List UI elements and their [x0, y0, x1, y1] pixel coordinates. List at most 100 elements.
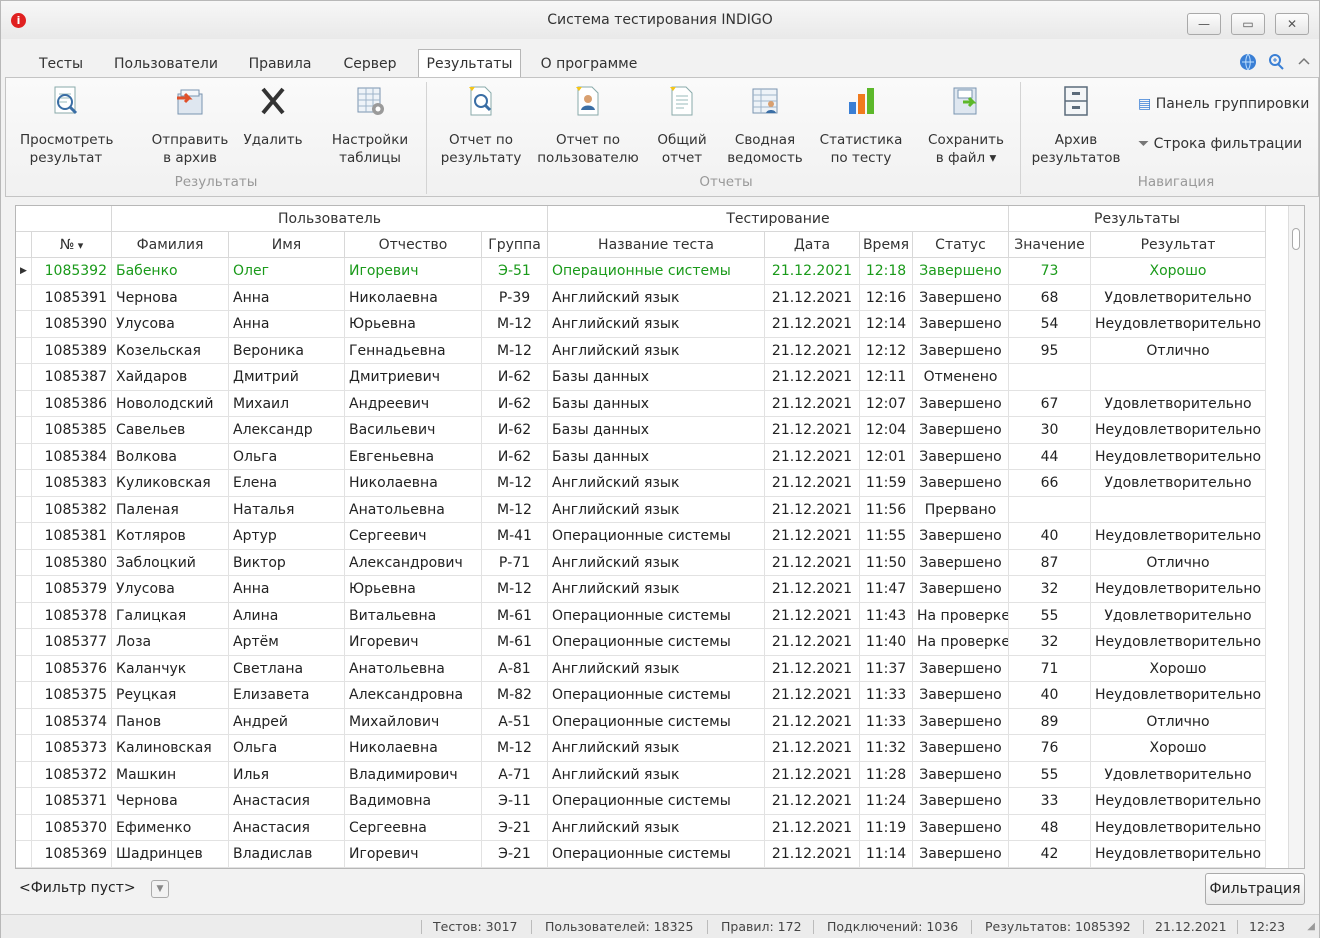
table-row[interactable]: 1085372 Машкин Илья Владимирович А-71 Английс…	[16, 761, 1266, 788]
column-header[interactable]: Название теста	[548, 232, 765, 258]
report-by-result-button[interactable]: Отчет по результату	[436, 84, 526, 167]
column-header[interactable]: № ▾	[32, 232, 112, 258]
table-row[interactable]: 1085383 Куликовская Елена Николаевна М-12 Анг…	[16, 470, 1266, 497]
close-button[interactable]: ✕	[1275, 13, 1309, 35]
table-row[interactable]: 1085380 Заблоцкий Виктор Александрович Р-71 А…	[16, 549, 1266, 576]
table-row[interactable]: 1085373 Калиновская Ольга Николаевна М-12 Анг…	[16, 735, 1266, 762]
table-cell: 76	[1009, 735, 1091, 762]
table-cell: Английский язык	[548, 549, 765, 576]
tab-users[interactable]: Пользователи	[107, 51, 225, 77]
column-header[interactable]: Время	[860, 232, 913, 258]
table-cell: Хорошо	[1091, 258, 1266, 285]
table-settings-button[interactable]: Настройки таблицы	[324, 84, 416, 167]
table-cell: Завершено	[913, 258, 1009, 285]
column-header[interactable]: Результат	[1091, 232, 1266, 258]
table-row[interactable]: 1085379 Улусова Анна Юрьевна М-12 Английский …	[16, 576, 1266, 603]
table-cell: Андреевич	[345, 390, 482, 417]
filter-button[interactable]: Фильтрация	[1205, 873, 1305, 905]
tab-tests[interactable]: Тесты	[27, 51, 95, 77]
general-report-button[interactable]: Общий отчет	[648, 84, 716, 167]
table-cell: Отлично	[1091, 337, 1266, 364]
tab-rules[interactable]: Правила	[239, 51, 321, 77]
table-cell: Анастасия	[229, 788, 345, 815]
table-cell: Неудовлетворительно	[1091, 311, 1266, 338]
table-row[interactable]: 1085384 Волкова Ольга Евгеньевна И-62 Базы да…	[16, 443, 1266, 470]
table-row[interactable]: 1085381 Котляров Артур Сергеевич М-41 Операци…	[16, 523, 1266, 550]
maximize-button[interactable]: ▭	[1231, 13, 1265, 35]
table-cell: Наталья	[229, 496, 345, 523]
table-cell: Калиновская	[112, 735, 229, 762]
grouping-panel-toggle[interactable]: ▤ Панель группировки	[1138, 96, 1309, 112]
table-cell: 48	[1009, 814, 1091, 841]
table-cell: 21.12.2021	[765, 258, 860, 285]
column-header[interactable]: Группа	[482, 232, 548, 258]
view-result-button[interactable]: Просмотреть результат	[20, 84, 113, 167]
table-cell: Игоревич	[345, 629, 482, 656]
zoom-icon[interactable]	[1267, 53, 1285, 71]
results-archive-button[interactable]: Архив результатов	[1028, 84, 1124, 167]
table-cell: 87	[1009, 549, 1091, 576]
table-cell: Э-21	[482, 814, 548, 841]
table-cell: Прервано	[913, 496, 1009, 523]
column-header[interactable]: Отчество	[345, 232, 482, 258]
column-header[interactable]: Статус	[913, 232, 1009, 258]
table-row[interactable]: 1085378 Галицкая Алина Витальевна М-61 Операц…	[16, 602, 1266, 629]
table-row[interactable]: 1085377 Лоза Артём Игоревич М-61 Операционные…	[16, 629, 1266, 656]
filter-row-toggle[interactable]: ⏷ Строка фильтрации	[1138, 136, 1302, 152]
table-cell: Операционные системы	[548, 602, 765, 629]
table-row[interactable]: 1085387 Хайдаров Дмитрий Дмитриевич И-62 Базы…	[16, 364, 1266, 391]
table-cell: Волкова	[112, 443, 229, 470]
table-cell: 68	[1009, 284, 1091, 311]
column-header[interactable]: Имя	[229, 232, 345, 258]
table-cell: Николаевна	[345, 470, 482, 497]
column-header[interactable]: Значение	[1009, 232, 1091, 258]
send-to-archive-button[interactable]: Отправить в архив	[144, 84, 236, 167]
sort-arrow-icon[interactable]: ▾	[74, 239, 84, 252]
collapse-ribbon-icon[interactable]	[1297, 54, 1311, 68]
save-to-file-button[interactable]: Сохранить в файл ▾	[916, 84, 1016, 167]
table-row[interactable]: 1085375 Реуцкая Елизавета Александровна М-82…	[16, 682, 1266, 709]
delete-button[interactable]: Удалить	[236, 84, 310, 149]
table-cell: М-12	[482, 470, 548, 497]
table-row[interactable]: 1085376 Каланчук Светлана Анатольевна А-81 Ан…	[16, 655, 1266, 682]
table-cell: 21.12.2021	[765, 523, 860, 550]
vertical-scrollbar[interactable]	[1288, 206, 1304, 868]
table-row[interactable]: 1085382 Паленая Наталья Анатольевна М-12 Англ…	[16, 496, 1266, 523]
table-cell: М-12	[482, 311, 548, 338]
table-cell: Хорошо	[1091, 735, 1266, 762]
table-cell: Анастасия	[229, 814, 345, 841]
report-by-user-button[interactable]: Отчет по пользователю	[532, 84, 644, 167]
filter-dropdown-icon[interactable]: ▼	[151, 880, 169, 898]
table-row[interactable]: 1085386 Новолодский Михаил Андреевич И-62 Баз…	[16, 390, 1266, 417]
table-cell: 1085376	[32, 655, 112, 682]
table-row[interactable]: 1085374 Панов Андрей Михайлович А-51 Операцио…	[16, 708, 1266, 735]
table-row[interactable]: 1085390 Улусова Анна Юрьевна М-12 Английский …	[16, 311, 1266, 338]
table-cell: 11:43	[860, 602, 913, 629]
minimize-button[interactable]: —	[1187, 13, 1221, 35]
test-statistics-button[interactable]: Статистика по тесту	[814, 84, 908, 167]
table-cell: Неудовлетворительно	[1091, 443, 1266, 470]
help-globe-icon[interactable]	[1239, 53, 1257, 71]
tab-results[interactable]: Результаты	[418, 49, 521, 79]
table-row[interactable]: 1085391 Чернова Анна Николаевна Р-39 Английск…	[16, 284, 1266, 311]
table-row[interactable]: ▶ 1085392 Бабенко Олег Игоревич Э-51 Операцион…	[16, 258, 1266, 285]
tab-server[interactable]: Сервер	[331, 51, 409, 77]
tab-about[interactable]: О программе	[533, 51, 645, 77]
table-cell: 71	[1009, 655, 1091, 682]
table-row[interactable]: 1085371 Чернова Анастасия Вадимовна Э-11 Опер…	[16, 788, 1266, 815]
scrollbar-thumb[interactable]	[1292, 228, 1300, 250]
column-header[interactable]: Фамилия	[112, 232, 229, 258]
table-cell: Английский язык	[548, 337, 765, 364]
table-cell: 1085389	[32, 337, 112, 364]
table-cell: Операционные системы	[548, 523, 765, 550]
table-row[interactable]: 1085370 Ефименко Анастасия Сергеевна Э-21 Анг…	[16, 814, 1266, 841]
summary-sheet-button[interactable]: Сводная ведомость	[720, 84, 810, 167]
resize-grip-icon[interactable]: ◢	[1307, 921, 1315, 932]
table-cell: Английский язык	[548, 735, 765, 762]
table-row[interactable]: 1085385 Савельев Александр Васильевич И-62 Ба…	[16, 417, 1266, 444]
table-row[interactable]: 1085369 Шадринцев Владислав Игоревич Э-21 Опе…	[16, 841, 1266, 868]
table-row[interactable]: 1085389 Козельская Вероника Геннадьевна М-12…	[16, 337, 1266, 364]
column-header[interactable]: Дата	[765, 232, 860, 258]
table-cell: 12:16	[860, 284, 913, 311]
table-cell: Владимирович	[345, 761, 482, 788]
